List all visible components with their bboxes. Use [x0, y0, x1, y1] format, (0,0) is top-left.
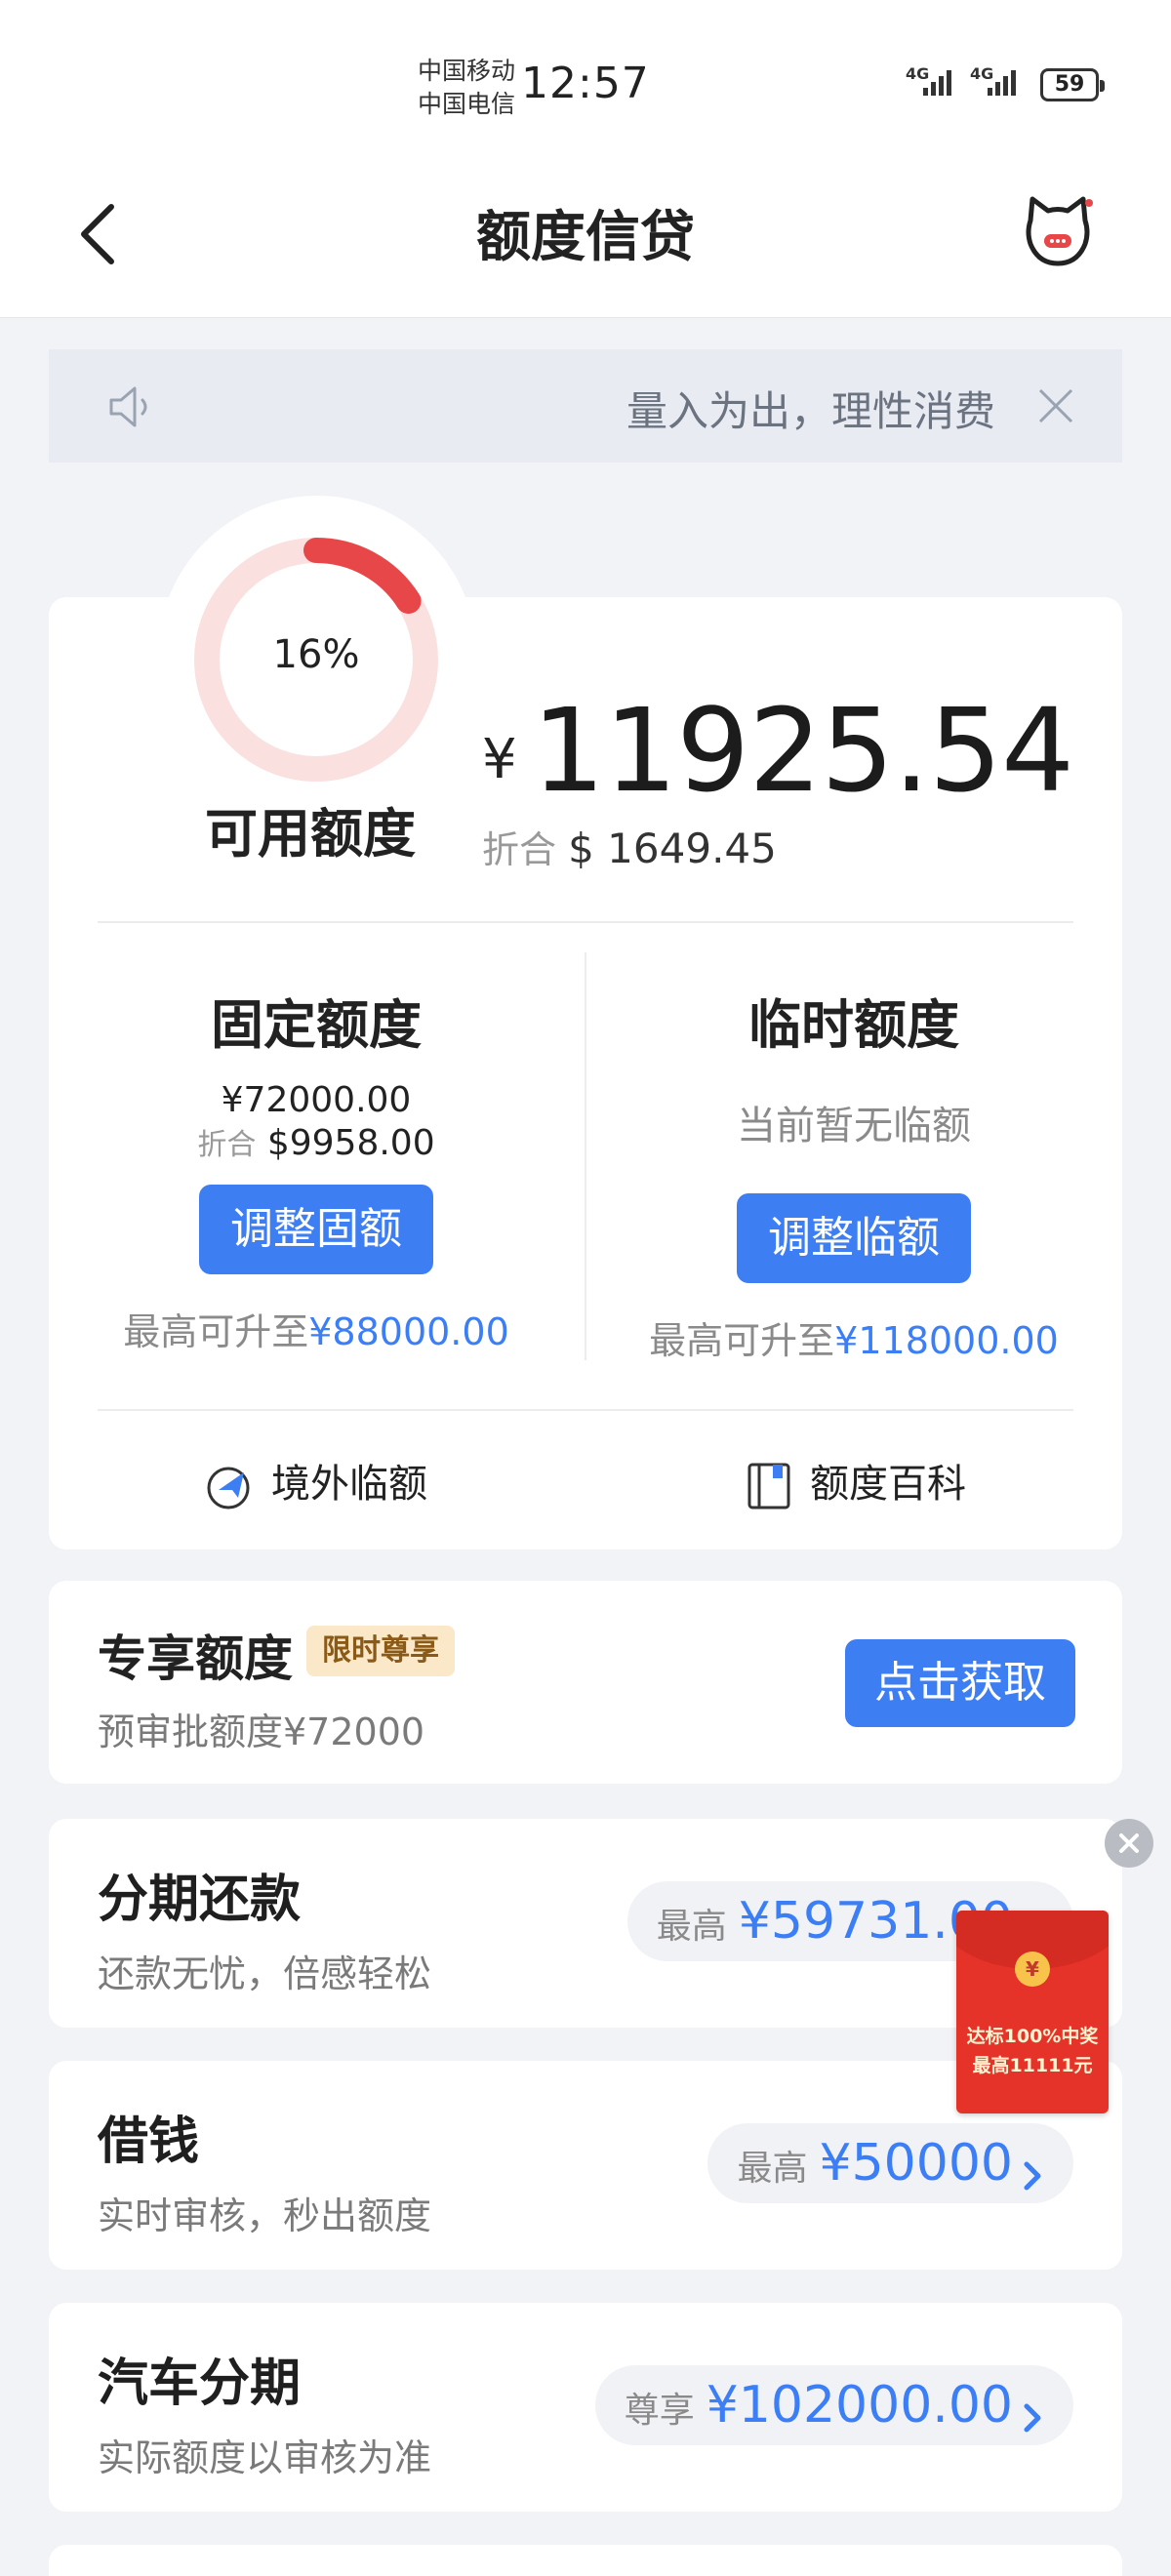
overseas-temp-credit-link[interactable]: 境外临额 [205, 1452, 427, 1511]
pill-label: 最高 [656, 1907, 727, 1947]
exclusive-credit-card[interactable]: 专享额度 限时尊享 预审批额度¥72000 点击获取 [49, 1581, 1122, 1784]
usage-percent: 16% [272, 632, 360, 677]
fixed-credit-section: 固定额度 ¥72000.00 折合 $9958.00 调整固额 最高可升至¥88… [72, 982, 560, 1355]
fixed-max-value: ¥88000.00 [308, 1310, 509, 1353]
product-row-car-loan[interactable]: 汽车分期 实际额度以审核为准 尊享 ¥102000.00 [49, 2303, 1122, 2512]
claim-button[interactable]: 点击获取 [845, 1639, 1075, 1727]
overseas-temp-credit-label: 境外临额 [271, 1462, 427, 1507]
converted-label: 折合 [482, 828, 557, 871]
red-packet-promo[interactable]: ¥ 达标100%中奖 最高11111元 [956, 1911, 1109, 2113]
divider [98, 1409, 1073, 1411]
currency-symbol: ¥ [482, 728, 517, 791]
temporary-max-prefix: 最高可升至 [649, 1319, 835, 1362]
temporary-max-value: ¥118000.00 [834, 1319, 1059, 1362]
notice-close-icon[interactable] [1034, 384, 1077, 427]
pill-label: 最高 [737, 2149, 808, 2189]
carrier-1: 中国移动 [418, 57, 516, 85]
fixed-converted-value: $9958.00 [266, 1123, 435, 1163]
product-amount-pill[interactable]: 最高 ¥50000 [707, 2123, 1073, 2203]
product-subtitle: 实际额度以审核为准 [98, 2436, 432, 2479]
cat-mascot-icon [1026, 196, 1093, 266]
close-icon [1119, 1833, 1139, 1853]
next-card-peek [49, 2545, 1122, 2576]
credit-encyclopedia-label: 额度百科 [810, 1462, 966, 1507]
clock: 12:57 [521, 59, 650, 108]
temporary-credit-title: 临时额度 [748, 994, 959, 1056]
speaker-icon [109, 386, 147, 427]
fixed-max-prefix: 最高可升至 [123, 1310, 309, 1353]
adjust-fixed-button[interactable]: 调整固额 [199, 1185, 433, 1274]
product-title: 汽车分期 [98, 2355, 302, 2413]
converted-amount: 折合 $ 1649.45 [482, 820, 777, 873]
fixed-max-text: 最高可升至¥88000.00 [72, 1302, 560, 1355]
status-bar: 中国移动 中国电信 12:57 4G 4G 59 [0, 0, 1171, 156]
fixed-credit-converted: 折合 $9958.00 [72, 1120, 560, 1163]
red-packet-coin-icon: ¥ [1015, 1952, 1050, 1987]
signal-icon-2: 4G [970, 64, 1029, 103]
fixed-converted-label: 折合 [197, 1128, 257, 1162]
battery-indicator: 59 [1040, 68, 1105, 101]
product-title: 借钱 [98, 2113, 200, 2171]
fixed-credit-amount: ¥72000.00 [221, 1080, 412, 1120]
temporary-credit-section: 临时额度 当前暂无临额 调整临额 最高可升至¥118000.00 [610, 982, 1098, 1364]
exclusive-credit-title: 专享额度 [98, 1630, 293, 1687]
product-amount-pill[interactable]: 尊享 ¥102000.00 [594, 2365, 1073, 2445]
column-divider [585, 952, 586, 1360]
assistant-button[interactable] [1019, 191, 1097, 269]
product-subtitle: 还款无忧，倍感轻松 [98, 1952, 432, 1995]
product-title: 分期还款 [98, 1871, 302, 1929]
notice-text: 量入为出，理性消费 [626, 387, 995, 435]
float-close-button[interactable] [1105, 1819, 1153, 1868]
carrier-2: 中国电信 [418, 90, 516, 118]
divider [98, 921, 1073, 923]
product-subtitle: 实时审核，秒出额度 [98, 2194, 432, 2237]
book-icon [747, 1463, 790, 1509]
fixed-credit-title: 固定额度 [211, 994, 422, 1056]
app-header: 额度信贷 [0, 156, 1171, 318]
temporary-credit-status: 当前暂无临额 [737, 1104, 971, 1148]
limited-time-badge: 限时尊享 [306, 1626, 455, 1676]
pill-label: 尊享 [624, 2391, 695, 2431]
page-title: 额度信贷 [476, 206, 695, 269]
available-credit-amount: 11925.54 [532, 683, 1074, 818]
converted-value: $ 1649.45 [568, 825, 777, 872]
globe-plane-icon [207, 1467, 250, 1509]
pill-value: ¥102000.00 [706, 2376, 1013, 2435]
carrier-labels: 中国移动 中国电信 [418, 55, 515, 121]
chevron-right-icon [1024, 2161, 1041, 2190]
chevron-right-icon [1024, 2403, 1041, 2432]
signal-icon-1: 4G [906, 64, 964, 103]
available-credit-label: 可用额度 [205, 803, 416, 865]
exclusive-credit-subtitle: 预审批额度¥72000 [98, 1711, 425, 1753]
adjust-temporary-button[interactable]: 调整临额 [737, 1193, 971, 1283]
temporary-max-text: 最高可升至¥118000.00 [610, 1310, 1098, 1364]
red-packet-line-1: 达标100%中奖 [966, 2026, 1099, 2047]
credit-encyclopedia-link[interactable]: 额度百科 [744, 1452, 966, 1511]
pill-value: ¥50000 [819, 2134, 1013, 2193]
red-packet-line-2: 最高11111元 [972, 2055, 1093, 2076]
notice-bar: 量入为出，理性消费 [49, 349, 1122, 463]
